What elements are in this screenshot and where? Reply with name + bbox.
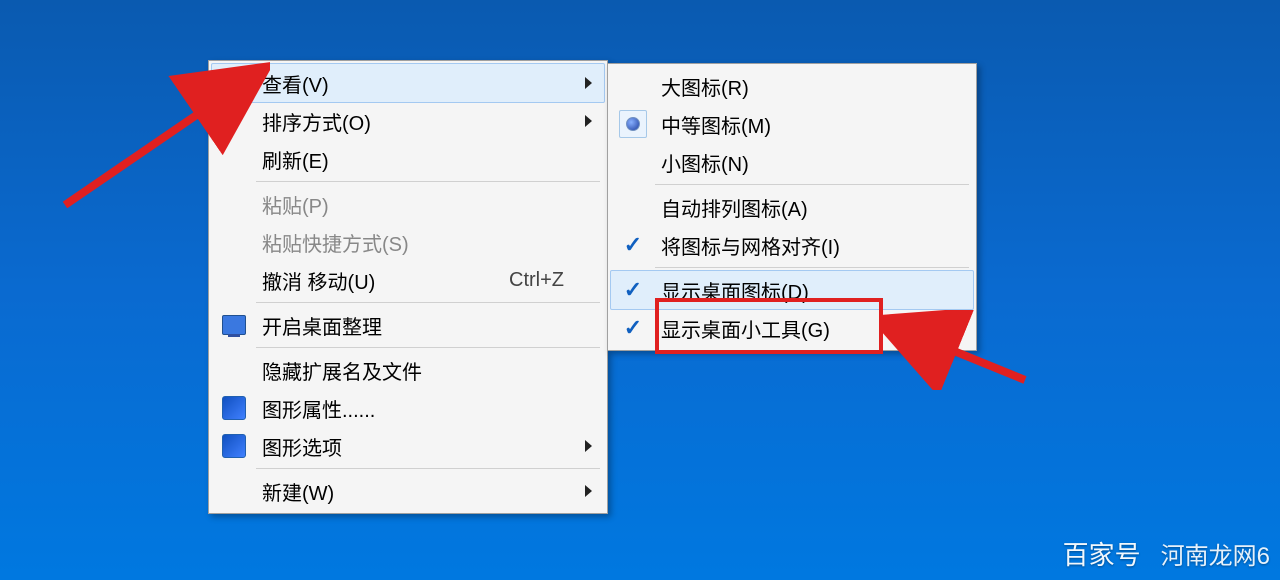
- menu-item-label: 自动排列图标(A): [655, 193, 973, 222]
- menu-separator: [655, 184, 969, 185]
- submenu-item-align-to-grid[interactable]: ✓ 将图标与网格对齐(I): [611, 226, 973, 264]
- radio-selected-icon: [611, 110, 655, 138]
- menu-item-label: 新建(W): [256, 477, 604, 506]
- menu-item-undo-move[interactable]: 撤消 移动(U) Ctrl+Z: [212, 261, 604, 299]
- menu-item-label: 开启桌面整理: [256, 311, 604, 340]
- menu-item-view[interactable]: 查看(V): [211, 63, 605, 103]
- menu-item-graphics-properties[interactable]: 图形属性......: [212, 389, 604, 427]
- menu-item-refresh[interactable]: 刷新(E): [212, 140, 604, 178]
- menu-item-label: 将图标与网格对齐(I): [655, 231, 973, 260]
- menu-item-label: 中等图标(M): [655, 110, 973, 139]
- menu-item-label: 刷新(E): [256, 145, 604, 174]
- menu-item-label: 撤消 移动(U): [256, 266, 509, 295]
- menu-item-label: 排序方式(O): [256, 107, 604, 136]
- menu-item-desktop-organize[interactable]: 开启桌面整理: [212, 306, 604, 344]
- check-icon: ✓: [611, 277, 655, 303]
- monitor-icon: [212, 315, 256, 335]
- menu-item-label: 显示桌面图标(D): [655, 276, 973, 305]
- view-submenu[interactable]: 大图标(R) 中等图标(M) 小图标(N) 自动排列图标(A) ✓ 将图标与网格…: [607, 63, 977, 351]
- submenu-item-small-icons[interactable]: 小图标(N): [611, 143, 973, 181]
- menu-item-label: 小图标(N): [655, 148, 973, 177]
- menu-item-label: 图形属性......: [256, 394, 604, 423]
- watermark-left: 百家号: [1063, 535, 1141, 572]
- menu-item-label: 粘贴快捷方式(S): [256, 228, 604, 257]
- desktop-context-menu[interactable]: 查看(V) 排序方式(O) 刷新(E) 粘贴(P) 粘贴快捷方式(S) 撤消 移…: [208, 60, 608, 514]
- menu-item-sort-by[interactable]: 排序方式(O): [212, 102, 604, 140]
- submenu-arrow-icon: [585, 440, 592, 452]
- check-icon: ✓: [611, 232, 655, 258]
- menu-separator: [256, 468, 600, 469]
- submenu-item-auto-arrange[interactable]: 自动排列图标(A): [611, 188, 973, 226]
- submenu-item-show-desktop-icons[interactable]: ✓ 显示桌面图标(D): [610, 270, 974, 310]
- menu-item-label: 图形选项: [256, 432, 604, 461]
- watermark-right: 河南龙网6: [1161, 536, 1270, 571]
- intel-icon: [212, 434, 256, 458]
- menu-item-label: 粘贴(P): [256, 190, 604, 219]
- menu-separator: [256, 347, 600, 348]
- menu-separator: [256, 302, 600, 303]
- submenu-arrow-icon: [585, 77, 592, 89]
- menu-separator: [655, 267, 969, 268]
- menu-shortcut: Ctrl+Z: [509, 269, 604, 292]
- watermark: 百家号 河南龙网6: [1063, 535, 1270, 572]
- menu-separator: [256, 181, 600, 182]
- check-icon: ✓: [611, 315, 655, 341]
- submenu-item-show-gadgets[interactable]: ✓ 显示桌面小工具(G): [611, 309, 973, 347]
- submenu-item-large-icons[interactable]: 大图标(R): [611, 67, 973, 105]
- submenu-arrow-icon: [585, 485, 592, 497]
- menu-item-new[interactable]: 新建(W): [212, 472, 604, 510]
- intel-icon: [212, 396, 256, 420]
- menu-item-graphics-options[interactable]: 图形选项: [212, 427, 604, 465]
- menu-item-label: 显示桌面小工具(G): [655, 314, 973, 343]
- menu-item-label: 大图标(R): [655, 72, 973, 101]
- menu-item-label: 查看(V): [256, 69, 604, 98]
- menu-item-paste: 粘贴(P): [212, 185, 604, 223]
- menu-item-paste-shortcut: 粘贴快捷方式(S): [212, 223, 604, 261]
- menu-item-hide-extensions[interactable]: 隐藏扩展名及文件: [212, 351, 604, 389]
- menu-item-label: 隐藏扩展名及文件: [256, 356, 604, 385]
- submenu-item-medium-icons[interactable]: 中等图标(M): [611, 105, 973, 143]
- submenu-arrow-icon: [585, 115, 592, 127]
